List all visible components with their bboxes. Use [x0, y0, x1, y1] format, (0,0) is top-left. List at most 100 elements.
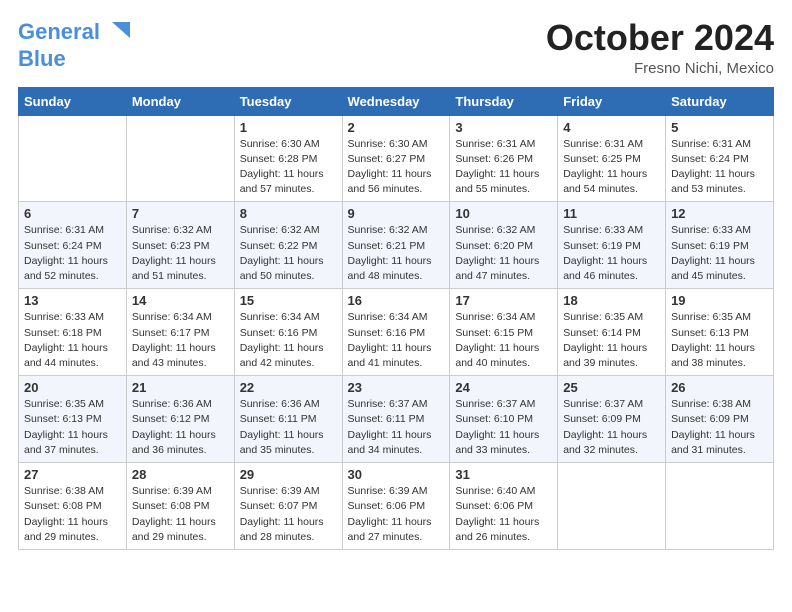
day-info: Sunrise: 6:31 AMSunset: 6:26 PMDaylight:…	[455, 137, 552, 198]
calendar-cell: 3Sunrise: 6:31 AMSunset: 6:26 PMDaylight…	[450, 115, 558, 202]
weekday-header-cell: Tuesday	[234, 87, 342, 115]
calendar-body: 1 Sunrise: 6:30 AMSunset: 6:28 PMDaylight…	[19, 115, 774, 549]
logo-icon	[102, 18, 130, 46]
day-number: 25	[563, 380, 660, 395]
day-info: Sunrise: 6:39 AMSunset: 6:07 PMDaylight:…	[240, 484, 337, 545]
calendar-cell: 29Sunrise: 6:39 AMSunset: 6:07 PMDayligh…	[234, 463, 342, 550]
calendar-cell: 19Sunrise: 6:35 AMSunset: 6:13 PMDayligh…	[666, 289, 774, 376]
weekday-header-cell: Sunday	[19, 87, 127, 115]
day-number: 27	[24, 467, 121, 482]
day-info: Sunrise: 6:34 AMSunset: 6:17 PMDaylight:…	[132, 310, 229, 371]
calendar-cell: 16Sunrise: 6:34 AMSunset: 6:16 PMDayligh…	[342, 289, 450, 376]
day-number: 4	[563, 120, 660, 135]
calendar-cell: 24 Sunrise: 6:37 AMSunset: 6:10 PMDayligh…	[450, 376, 558, 463]
day-info: Sunrise: 6:33 AMSunset: 6:19 PMDaylight:…	[671, 223, 768, 284]
day-info: Sunrise: 6:38 AMSunset: 6:08 PMDaylight:…	[24, 484, 121, 545]
calendar-week-row: 6 Sunrise: 6:31 AMSunset: 6:24 PMDaylight…	[19, 202, 774, 289]
day-info: Sunrise: 6:39 AMSunset: 6:06 PMDaylight:…	[348, 484, 445, 545]
day-info: Sunrise: 6:36 AMSunset: 6:11 PMDaylight:…	[240, 397, 337, 458]
calendar-cell: 13Sunrise: 6:33 AMSunset: 6:18 PMDayligh…	[19, 289, 127, 376]
day-info: Sunrise: 6:38 AMSunset: 6:09 PMDaylight:…	[671, 397, 768, 458]
day-info: Sunrise: 6:31 AMSunset: 6:24 PMDaylight:…	[671, 137, 768, 198]
day-number: 17	[455, 293, 552, 308]
weekday-header-cell: Wednesday	[342, 87, 450, 115]
logo-blue: Blue	[18, 46, 66, 72]
day-number: 14	[132, 293, 229, 308]
day-number: 11	[563, 206, 660, 221]
day-info: Sunrise: 6:36 AMSunset: 6:12 PMDaylight:…	[132, 397, 229, 458]
calendar-week-row: 13Sunrise: 6:33 AMSunset: 6:18 PMDayligh…	[19, 289, 774, 376]
day-number: 23	[348, 380, 445, 395]
calendar-week-row: 27 Sunrise: 6:38 AMSunset: 6:08 PMDayligh…	[19, 463, 774, 550]
day-info: Sunrise: 6:37 AMSunset: 6:09 PMDaylight:…	[563, 397, 660, 458]
calendar-cell: 5 Sunrise: 6:31 AMSunset: 6:24 PMDaylight…	[666, 115, 774, 202]
calendar-cell	[558, 463, 666, 550]
day-info: Sunrise: 6:40 AMSunset: 6:06 PMDaylight:…	[455, 484, 552, 545]
calendar-table: SundayMondayTuesdayWednesdayThursdayFrid…	[18, 87, 774, 550]
page: General Blue October 2024 Fresno Nichi, …	[0, 0, 792, 568]
day-info: Sunrise: 6:39 AMSunset: 6:08 PMDaylight:…	[132, 484, 229, 545]
day-info: Sunrise: 6:35 AMSunset: 6:13 PMDaylight:…	[24, 397, 121, 458]
calendar-cell: 7 Sunrise: 6:32 AMSunset: 6:23 PMDaylight…	[126, 202, 234, 289]
header: General Blue October 2024 Fresno Nichi, …	[18, 18, 774, 77]
day-number: 6	[24, 206, 121, 221]
day-info: Sunrise: 6:31 AMSunset: 6:24 PMDaylight:…	[24, 223, 121, 284]
day-number: 22	[240, 380, 337, 395]
day-info: Sunrise: 6:37 AMSunset: 6:11 PMDaylight:…	[348, 397, 445, 458]
day-number: 9	[348, 206, 445, 221]
calendar-cell: 30 Sunrise: 6:39 AMSunset: 6:06 PMDayligh…	[342, 463, 450, 550]
calendar-cell	[126, 115, 234, 202]
day-info: Sunrise: 6:32 AMSunset: 6:23 PMDaylight:…	[132, 223, 229, 284]
day-info: Sunrise: 6:33 AMSunset: 6:19 PMDaylight:…	[563, 223, 660, 284]
calendar-cell: 28Sunrise: 6:39 AMSunset: 6:08 PMDayligh…	[126, 463, 234, 550]
calendar-cell: 4 Sunrise: 6:31 AMSunset: 6:25 PMDaylight…	[558, 115, 666, 202]
calendar-cell	[666, 463, 774, 550]
day-info: Sunrise: 6:31 AMSunset: 6:25 PMDaylight:…	[563, 137, 660, 198]
day-number: 10	[455, 206, 552, 221]
calendar-cell: 2Sunrise: 6:30 AMSunset: 6:27 PMDaylight…	[342, 115, 450, 202]
day-info: Sunrise: 6:35 AMSunset: 6:14 PMDaylight:…	[563, 310, 660, 371]
calendar-cell: 17 Sunrise: 6:34 AMSunset: 6:15 PMDayligh…	[450, 289, 558, 376]
day-number: 30	[348, 467, 445, 482]
day-info: Sunrise: 6:34 AMSunset: 6:15 PMDaylight:…	[455, 310, 552, 371]
day-info: Sunrise: 6:35 AMSunset: 6:13 PMDaylight:…	[671, 310, 768, 371]
calendar-cell: 25 Sunrise: 6:37 AMSunset: 6:09 PMDayligh…	[558, 376, 666, 463]
calendar-cell: 1 Sunrise: 6:30 AMSunset: 6:28 PMDaylight…	[234, 115, 342, 202]
calendar-cell: 21 Sunrise: 6:36 AMSunset: 6:12 PMDayligh…	[126, 376, 234, 463]
calendar-cell: 26 Sunrise: 6:38 AMSunset: 6:09 PMDayligh…	[666, 376, 774, 463]
day-number: 5	[671, 120, 768, 135]
day-info: Sunrise: 6:32 AMSunset: 6:21 PMDaylight:…	[348, 223, 445, 284]
location: Fresno Nichi, Mexico	[546, 60, 774, 77]
calendar-cell: 9 Sunrise: 6:32 AMSunset: 6:21 PMDaylight…	[342, 202, 450, 289]
day-number: 18	[563, 293, 660, 308]
day-number: 15	[240, 293, 337, 308]
day-number: 7	[132, 206, 229, 221]
calendar-cell: 14 Sunrise: 6:34 AMSunset: 6:17 PMDayligh…	[126, 289, 234, 376]
calendar-week-row: 1 Sunrise: 6:30 AMSunset: 6:28 PMDaylight…	[19, 115, 774, 202]
day-number: 31	[455, 467, 552, 482]
day-info: Sunrise: 6:37 AMSunset: 6:10 PMDaylight:…	[455, 397, 552, 458]
calendar-cell	[19, 115, 127, 202]
day-info: Sunrise: 6:30 AMSunset: 6:27 PMDaylight:…	[348, 137, 445, 198]
day-number: 21	[132, 380, 229, 395]
weekday-header-cell: Friday	[558, 87, 666, 115]
logo: General Blue	[18, 18, 130, 72]
weekday-header-cell: Thursday	[450, 87, 558, 115]
title-block: October 2024 Fresno Nichi, Mexico	[546, 18, 774, 77]
day-info: Sunrise: 6:30 AMSunset: 6:28 PMDaylight:…	[240, 137, 337, 198]
day-number: 26	[671, 380, 768, 395]
calendar-cell: 11 Sunrise: 6:33 AMSunset: 6:19 PMDayligh…	[558, 202, 666, 289]
calendar-week-row: 20 Sunrise: 6:35 AMSunset: 6:13 PMDayligh…	[19, 376, 774, 463]
calendar-cell: 18 Sunrise: 6:35 AMSunset: 6:14 PMDayligh…	[558, 289, 666, 376]
calendar-cell: 15Sunrise: 6:34 AMSunset: 6:16 PMDayligh…	[234, 289, 342, 376]
day-number: 1	[240, 120, 337, 135]
calendar-cell: 20 Sunrise: 6:35 AMSunset: 6:13 PMDayligh…	[19, 376, 127, 463]
day-number: 24	[455, 380, 552, 395]
calendar-cell: 10Sunrise: 6:32 AMSunset: 6:20 PMDayligh…	[450, 202, 558, 289]
day-number: 13	[24, 293, 121, 308]
logo-text: General	[18, 20, 100, 44]
day-info: Sunrise: 6:32 AMSunset: 6:22 PMDaylight:…	[240, 223, 337, 284]
weekday-header-row: SundayMondayTuesdayWednesdayThursdayFrid…	[19, 87, 774, 115]
calendar-cell: 27 Sunrise: 6:38 AMSunset: 6:08 PMDayligh…	[19, 463, 127, 550]
day-number: 20	[24, 380, 121, 395]
